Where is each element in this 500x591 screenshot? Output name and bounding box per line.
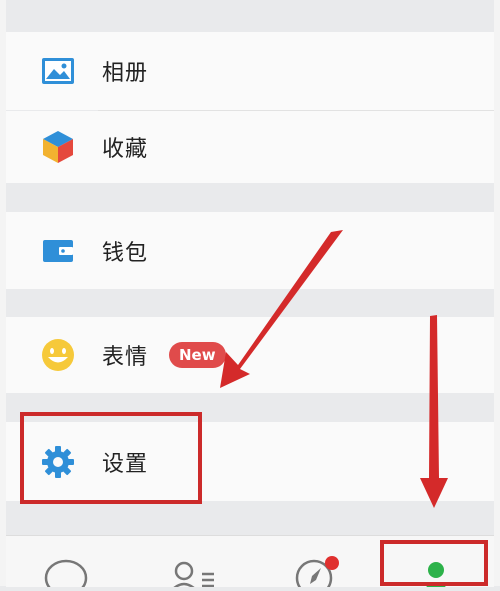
favorites-label: 收藏 (102, 137, 149, 162)
wallet-icon (43, 239, 73, 262)
chat-bubble-icon (44, 559, 88, 591)
me-tab-highlight-box (380, 540, 488, 586)
smiley-icon (42, 339, 74, 371)
wallet-label: 钱包 (102, 240, 149, 266)
new-badge: New (169, 342, 226, 368)
photo-album-icon (42, 58, 74, 84)
tab-discover[interactable] (274, 536, 370, 591)
album-label: 相册 (102, 61, 149, 86)
menu-item-stickers[interactable]: 表情 New (6, 317, 494, 393)
menu-item-favorites[interactable]: 收藏 (6, 111, 494, 183)
menu-item-album[interactable]: 相册 (6, 32, 494, 110)
stickers-label: 表情 (102, 345, 149, 370)
compass-icon (295, 556, 339, 591)
notification-dot (325, 556, 339, 570)
menu-item-wallet[interactable]: 钱包 (6, 212, 494, 289)
tab-chats[interactable] (26, 536, 122, 591)
tab-contacts[interactable] (144, 536, 240, 591)
settings-highlight-box (20, 412, 202, 504)
favorites-cube-icon (43, 131, 73, 163)
contacts-icon (169, 561, 214, 591)
